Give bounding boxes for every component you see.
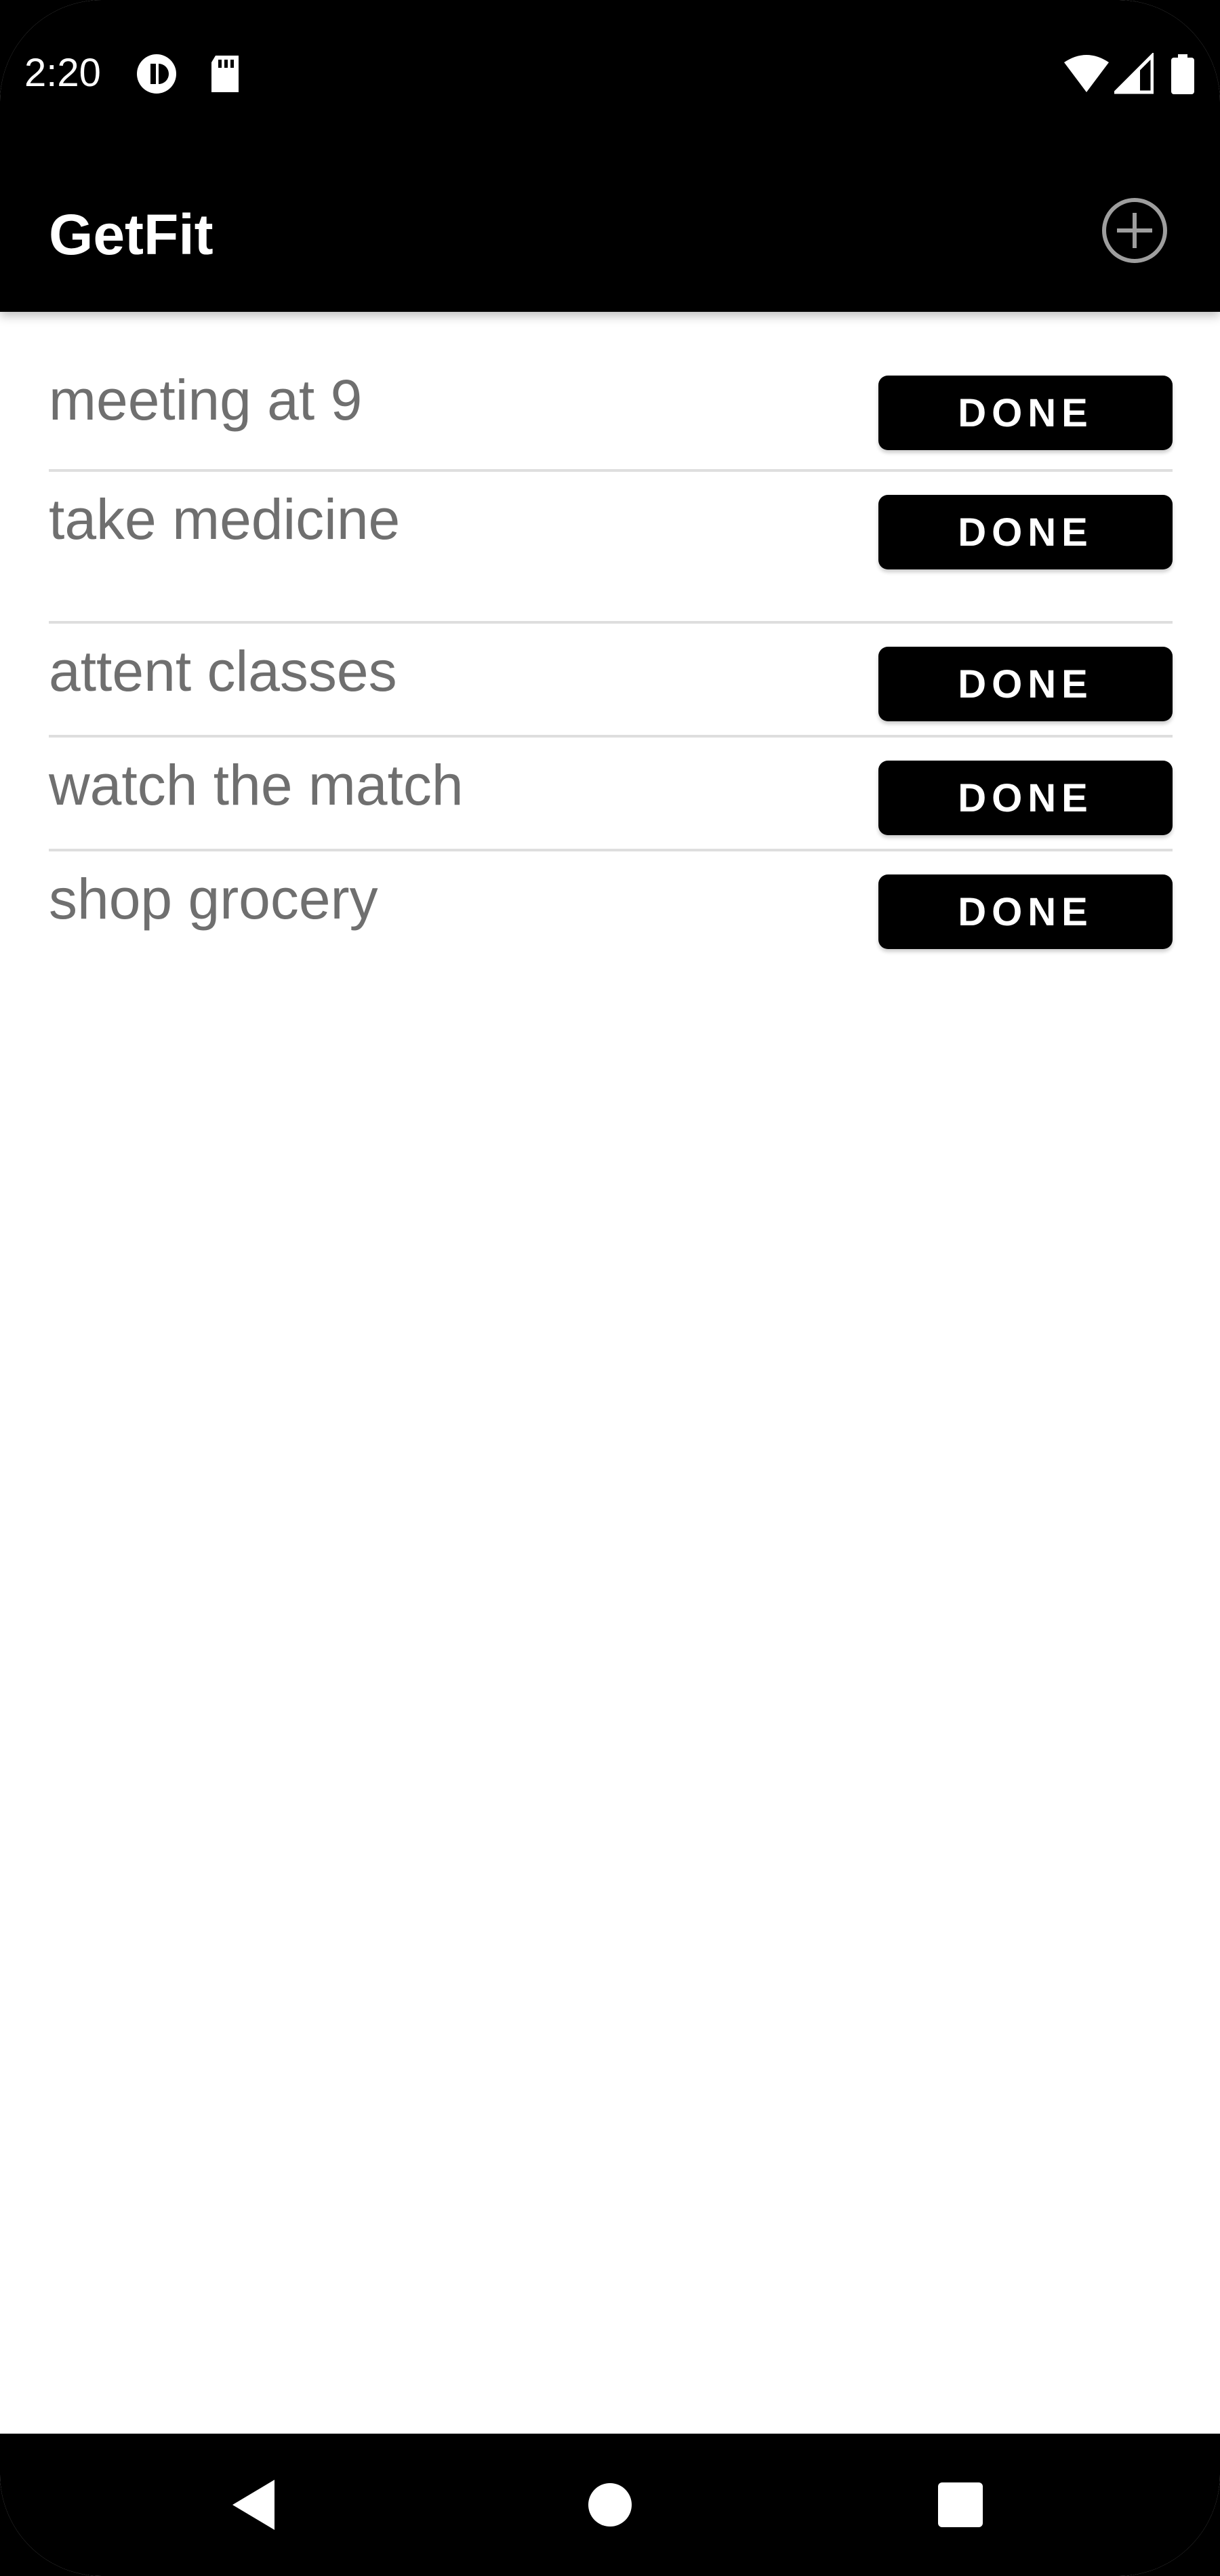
done-button[interactable]: DONE bbox=[878, 495, 1173, 569]
back-icon bbox=[232, 2480, 274, 2530]
task-label: meeting at 9 bbox=[49, 368, 363, 432]
task-label: attent classes bbox=[49, 639, 397, 703]
task-label: shop grocery bbox=[49, 867, 378, 931]
wifi-icon bbox=[1063, 53, 1110, 95]
add-task-button[interactable] bbox=[1099, 195, 1170, 266]
back-button[interactable] bbox=[217, 2468, 291, 2542]
status-bar: 2:20 bbox=[0, 0, 1220, 136]
app-screen: 2:20 GetFit meeting at 9 DONE take medic… bbox=[0, 0, 1220, 2576]
task-label: watch the match bbox=[49, 753, 464, 817]
done-button[interactable]: DONE bbox=[878, 761, 1173, 835]
add-circle-icon bbox=[1102, 198, 1167, 263]
task-row: attent classes DONE bbox=[49, 624, 1173, 738]
done-button[interactable]: DONE bbox=[878, 647, 1173, 721]
recents-icon bbox=[938, 2482, 983, 2527]
app-bar: GetFit bbox=[0, 136, 1220, 312]
cell-signal-icon bbox=[1111, 51, 1154, 95]
navigation-bar bbox=[0, 2434, 1220, 2576]
sd-card-icon bbox=[207, 53, 249, 95]
task-list: meeting at 9 DONE take medicine DONE att… bbox=[49, 353, 1173, 963]
done-button[interactable]: DONE bbox=[878, 376, 1173, 450]
task-row: watch the match DONE bbox=[49, 738, 1173, 851]
task-row: take medicine DONE bbox=[49, 472, 1173, 624]
app-title: GetFit bbox=[49, 203, 214, 266]
home-icon bbox=[588, 2483, 632, 2527]
done-button[interactable]: DONE bbox=[878, 874, 1173, 949]
battery-icon bbox=[1170, 53, 1196, 95]
home-button[interactable] bbox=[573, 2468, 647, 2542]
task-label: take medicine bbox=[49, 487, 401, 551]
data-saver-icon bbox=[136, 53, 178, 95]
task-row: shop grocery DONE bbox=[49, 851, 1173, 963]
task-row: meeting at 9 DONE bbox=[49, 353, 1173, 472]
status-time: 2:20 bbox=[24, 51, 101, 95]
recents-button[interactable] bbox=[923, 2468, 998, 2542]
